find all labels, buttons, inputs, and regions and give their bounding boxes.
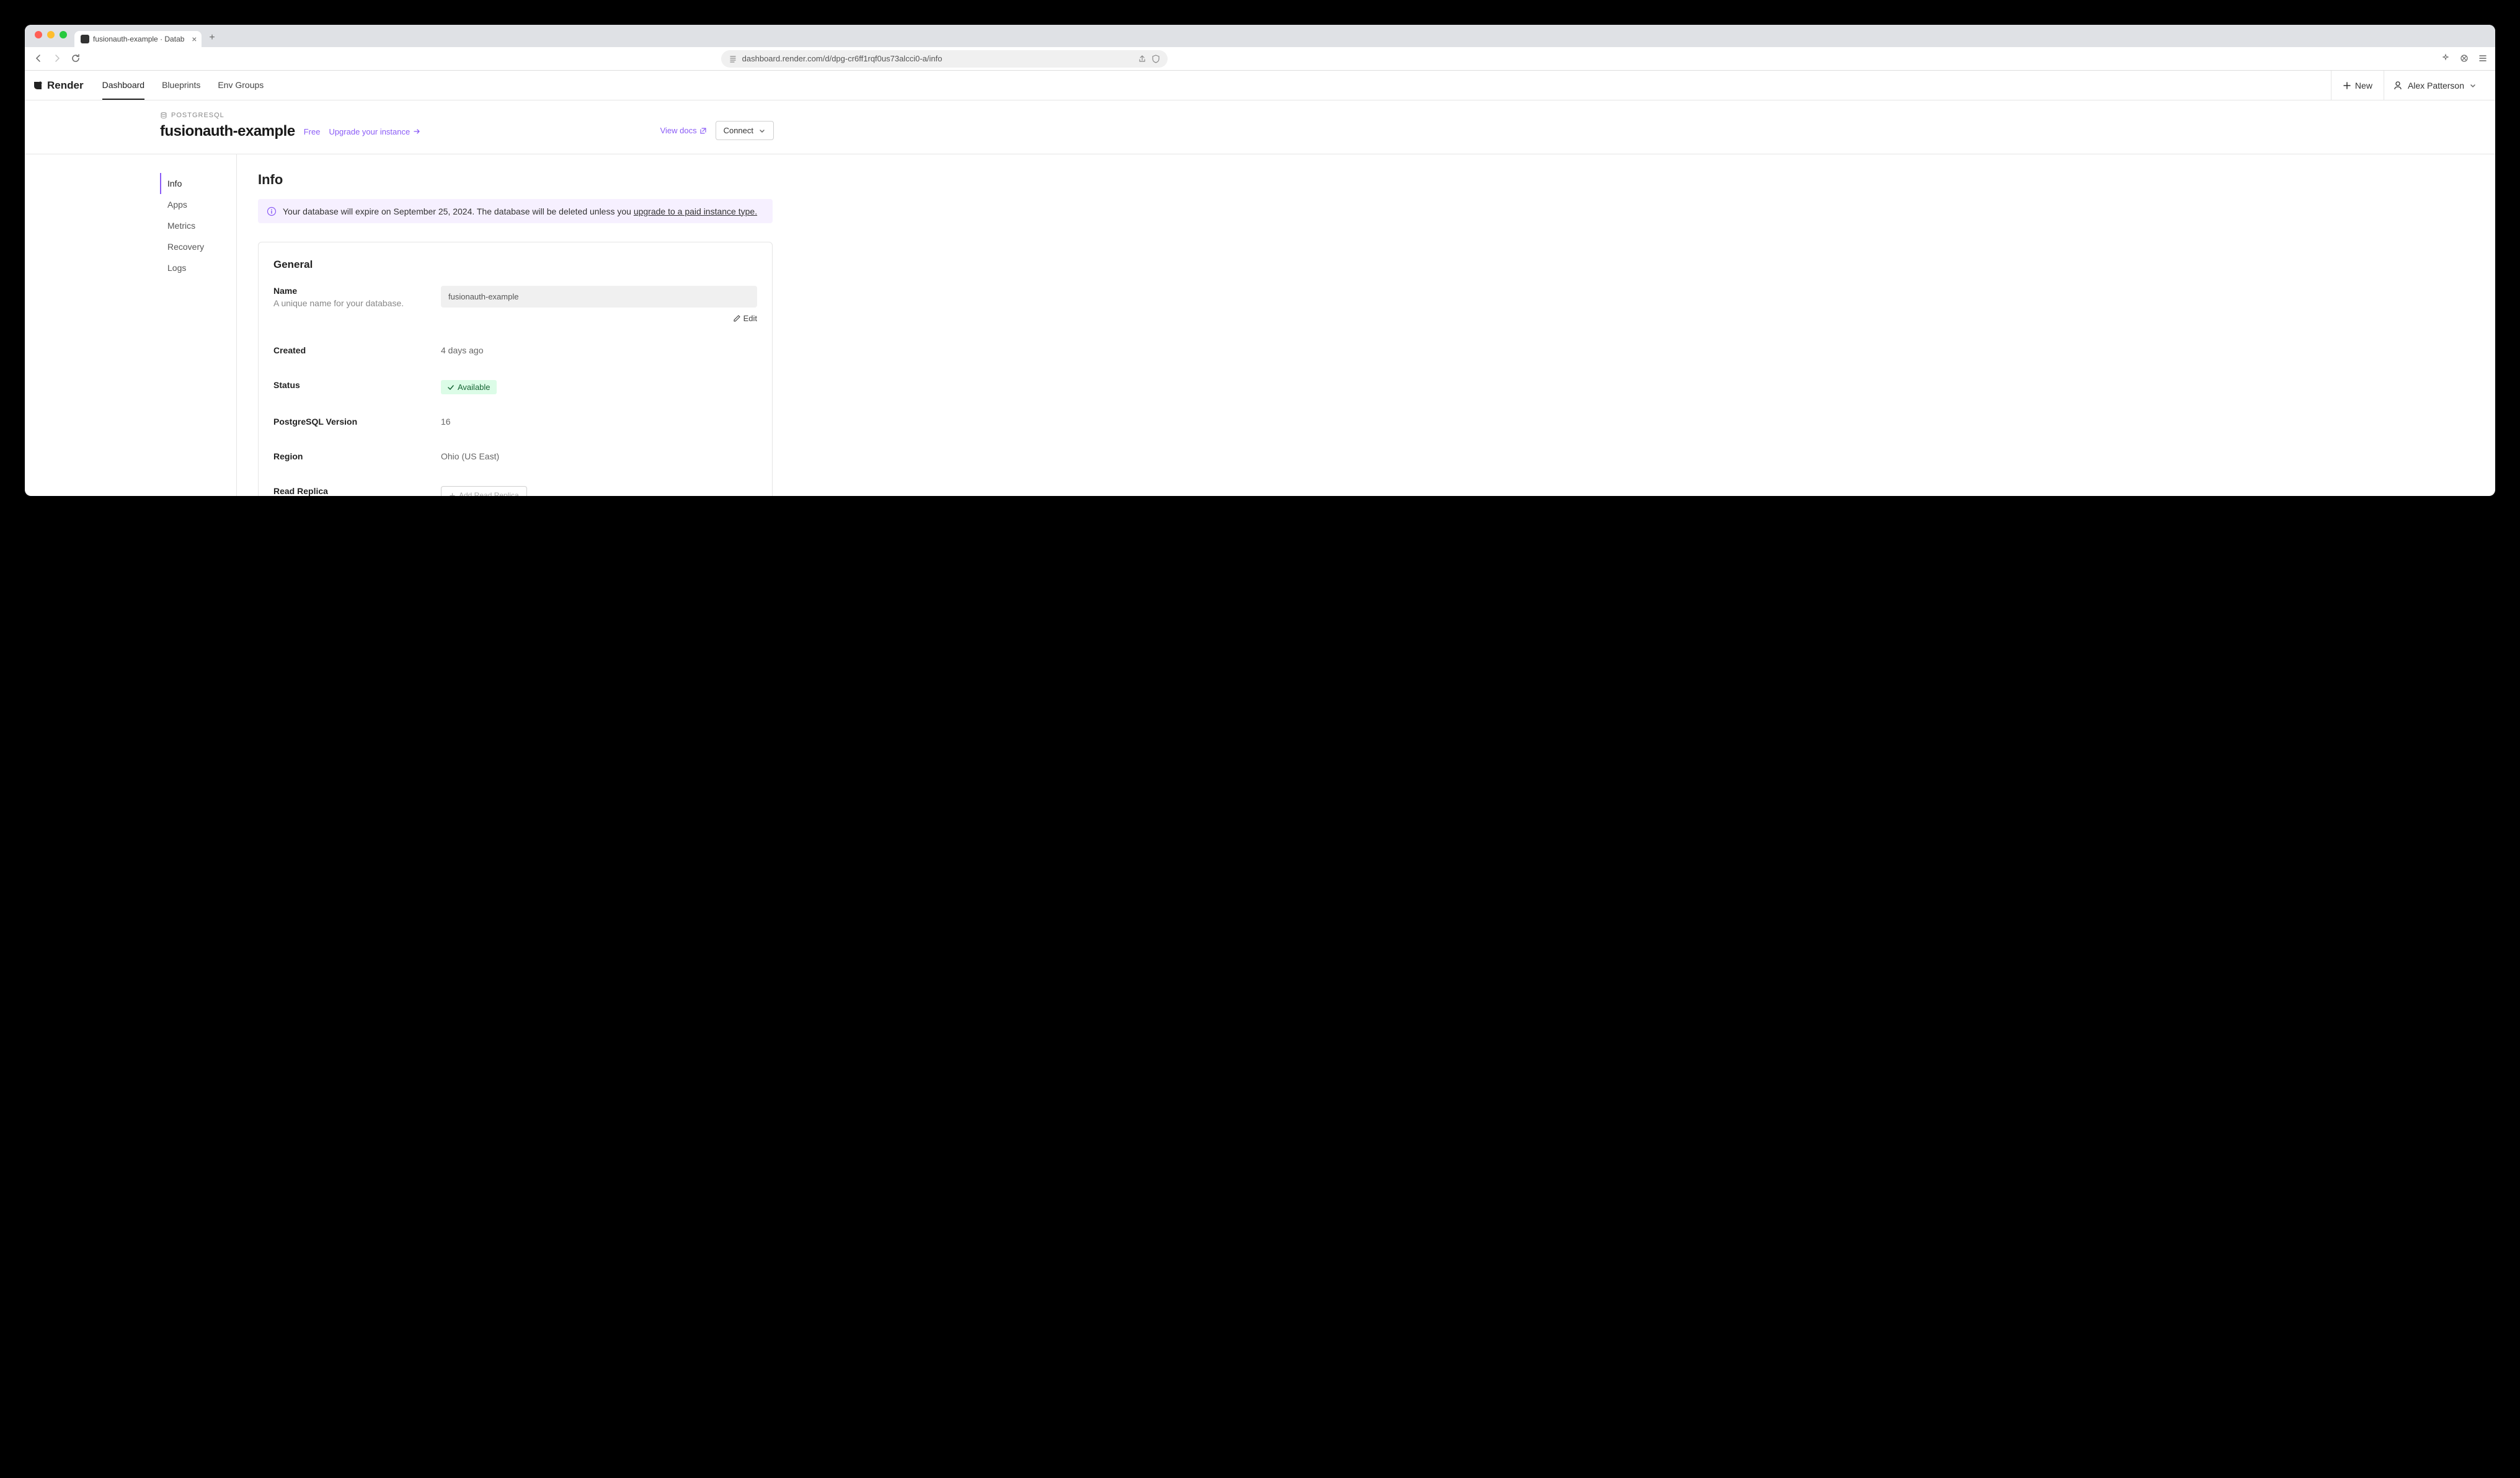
plan-badge: Free [304,127,321,136]
arrow-right-icon [412,127,421,136]
sidebar-item-recovery[interactable]: Recovery [160,236,236,257]
check-icon [447,384,455,391]
status-label: Status [273,380,441,390]
main-nav: Dashboard Blueprints Env Groups [102,71,264,100]
render-logo[interactable]: Render [32,71,102,100]
info-icon [267,206,277,216]
nav-dashboard[interactable]: Dashboard [102,71,145,100]
share-icon[interactable] [1138,54,1147,64]
general-card: General Name A unique name for your data… [258,242,773,496]
content: Info Your database will expire on Septem… [237,154,2495,496]
brand-text: Render [47,79,84,92]
shield-icon[interactable] [1151,54,1160,64]
site-settings-icon [729,54,737,64]
version-label: PostgreSQL Version [273,417,441,427]
created-value: 4 days ago [441,345,757,355]
connect-button[interactable]: Connect [716,121,774,140]
app-header: Render Dashboard Blueprints Env Groups N… [25,71,2495,100]
sidebar: Info Apps Metrics Recovery Logs [25,154,237,496]
external-link-icon [699,127,707,135]
region-value: Ohio (US East) [441,451,757,461]
nav-blueprints[interactable]: Blueprints [162,71,200,100]
hamburger-menu-icon[interactable] [2478,53,2488,64]
traffic-lights [30,31,72,43]
alert-text: Your database will expire on September 2… [283,206,757,216]
browser-tab[interactable]: fusionauth-example · Datab × [74,31,202,47]
url-text: dashboard.render.com/d/dpg-cr6ff1rqf0us7… [742,54,1133,63]
region-label: Region [273,451,441,461]
view-docs-link[interactable]: View docs [660,126,707,135]
close-tab-icon[interactable]: × [192,34,197,44]
chevron-down-icon [2469,82,2477,89]
reload-button[interactable] [71,53,81,64]
minimize-window[interactable] [47,31,55,38]
upgrade-link[interactable]: Upgrade your instance [329,127,421,136]
card-title: General [273,259,757,271]
database-icon [160,112,167,119]
browser-toolbar: dashboard.render.com/d/dpg-cr6ff1rqf0us7… [25,47,2495,71]
plus-icon [2343,81,2351,90]
created-label: Created [273,345,441,355]
sidebar-item-metrics[interactable]: Metrics [160,215,236,236]
resource-type: POSTGRESQL [160,112,421,119]
sidebar-item-logs[interactable]: Logs [160,257,236,278]
status-badge: Available [441,380,497,394]
name-desc: A unique name for your database. [273,298,441,308]
sidebar-item-apps[interactable]: Apps [160,194,236,215]
pencil-icon [733,314,741,322]
close-window[interactable] [35,31,42,38]
address-bar[interactable]: dashboard.render.com/d/dpg-cr6ff1rqf0us7… [721,50,1168,68]
sidebar-item-info[interactable]: Info [160,173,236,194]
chevron-down-icon [758,127,766,135]
resource-header: POSTGRESQL fusionauth-example Free Upgra… [25,100,2495,154]
page-title: Info [258,172,773,188]
tab-favicon [81,35,89,43]
resource-title: fusionauth-example [160,123,295,140]
tab-title: fusionauth-example · Datab [93,35,184,43]
upgrade-link-inline[interactable]: upgrade to a paid instance type. [634,206,757,216]
add-replica-button[interactable]: Add Read Replica [441,486,527,496]
maximize-window[interactable] [60,31,67,38]
browser-window: fusionauth-example · Datab × + dashboard… [25,25,2495,496]
render-logo-mark [32,80,43,91]
new-button[interactable]: New [2331,71,2384,100]
edit-name-button[interactable]: Edit [733,314,757,323]
name-label: Name [273,286,441,296]
user-icon [2393,81,2403,91]
user-menu[interactable]: Alex Patterson [2384,71,2485,100]
main-area: Info Apps Metrics Recovery Logs Info You… [25,154,2495,496]
sparkle-icon[interactable] [2441,53,2451,64]
replica-label: Read Replica [273,486,441,496]
forward-button[interactable] [51,52,63,66]
extensions-icon[interactable] [2459,53,2469,64]
expiry-alert: Your database will expire on September 2… [258,199,773,223]
browser-tab-bar: fusionauth-example · Datab × + [25,25,2495,47]
nav-env-groups[interactable]: Env Groups [218,71,264,100]
plus-icon [449,492,456,496]
back-button[interactable] [32,52,45,66]
version-value: 16 [441,417,757,427]
new-tab-button[interactable]: + [204,32,220,47]
name-input[interactable] [441,286,757,308]
